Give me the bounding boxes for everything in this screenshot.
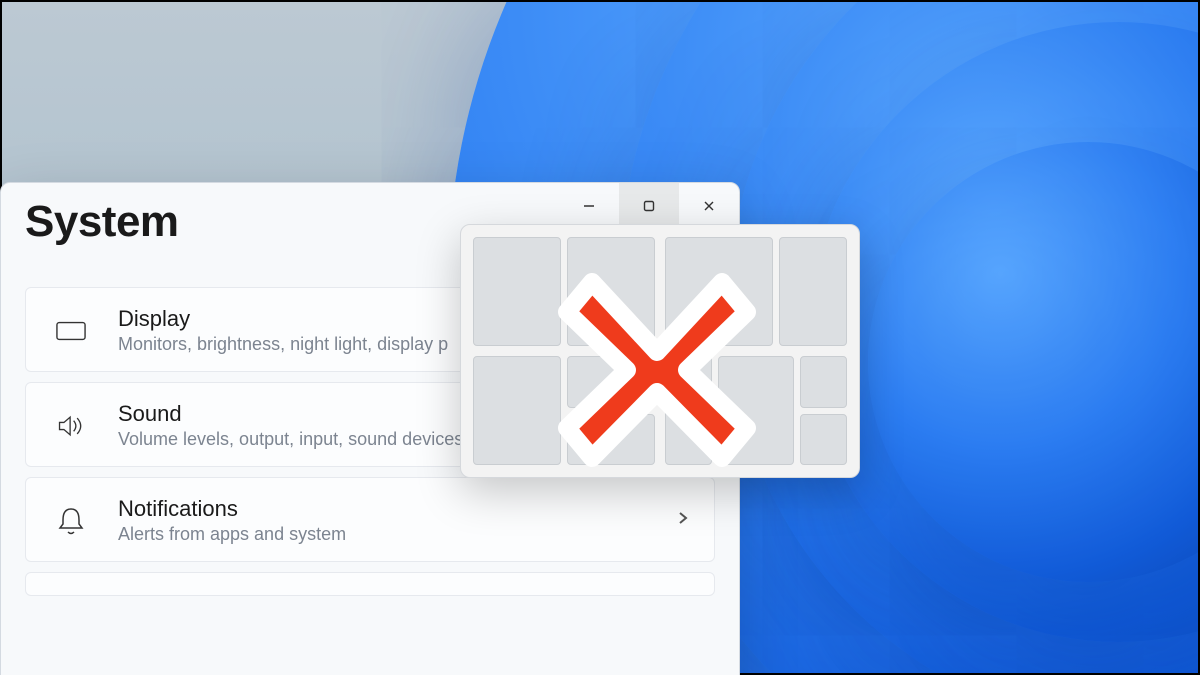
snap-zone[interactable] [567, 414, 655, 466]
snap-zone[interactable] [718, 356, 794, 465]
speaker-icon [52, 411, 90, 441]
snap-layout-option[interactable] [473, 356, 655, 465]
window-maximize-button[interactable] [619, 183, 679, 229]
bell-icon [52, 506, 90, 536]
snap-layout-option[interactable] [473, 237, 655, 346]
snap-zone[interactable] [779, 237, 847, 346]
snap-layout-option[interactable] [665, 237, 847, 346]
snap-zone[interactable] [567, 237, 655, 346]
snap-layouts-flyout[interactable] [460, 224, 860, 478]
snap-zone[interactable] [473, 356, 561, 465]
snap-zone[interactable] [800, 414, 847, 466]
window-minimize-button[interactable] [559, 183, 619, 229]
snap-zone[interactable] [473, 237, 561, 346]
snap-zone[interactable] [665, 237, 773, 346]
settings-item-notifications[interactable]: Notifications Alerts from apps and syste… [25, 477, 715, 562]
snap-layout-option[interactable] [665, 356, 847, 465]
monitor-icon [52, 316, 90, 346]
snap-zone[interactable] [665, 356, 712, 465]
settings-item-partial[interactable] [25, 572, 715, 596]
snap-zone[interactable] [800, 356, 847, 408]
window-titlebar-controls [559, 183, 739, 229]
chevron-right-icon [676, 511, 690, 530]
settings-item-desc: Alerts from apps and system [118, 524, 648, 545]
snap-zone[interactable] [567, 356, 655, 408]
settings-item-title: Notifications [118, 496, 648, 522]
window-close-button[interactable] [679, 183, 739, 229]
